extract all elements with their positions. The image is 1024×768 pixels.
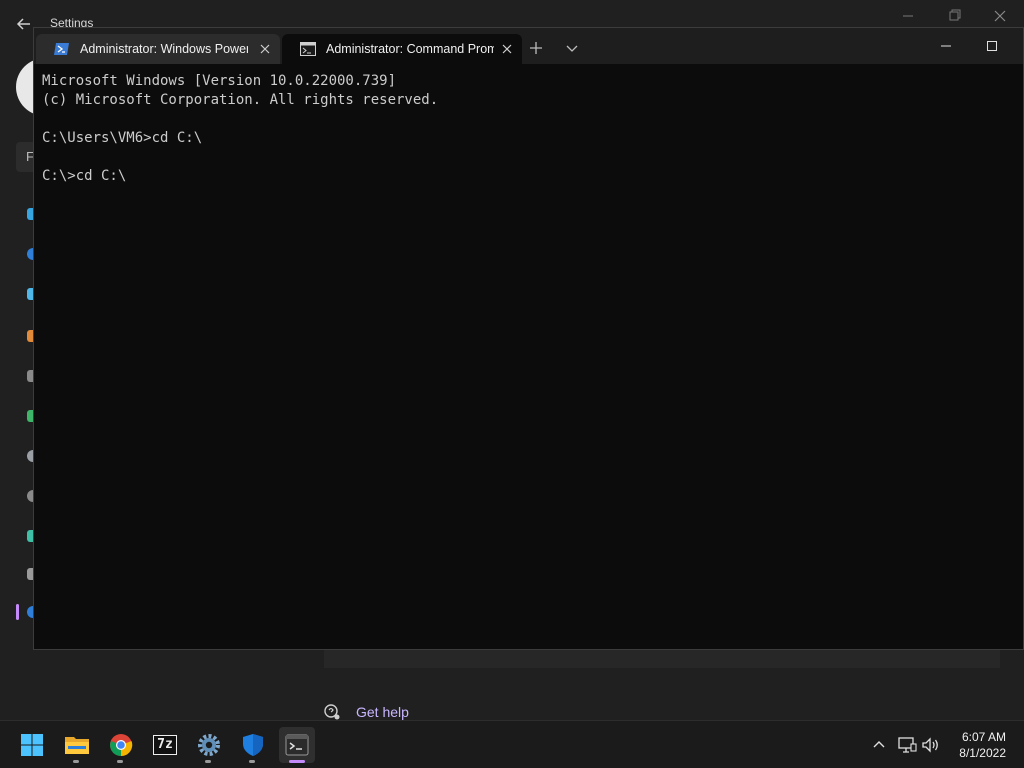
volume-icon[interactable]: [920, 734, 942, 756]
help-icon: [324, 704, 340, 720]
terminal-tabbar: Administrator: Windows PowerShell Admini…: [34, 28, 1023, 64]
start-button[interactable]: [14, 727, 50, 763]
taskbar-settings[interactable]: [191, 727, 227, 763]
console-line: Microsoft Windows [Version 10.0.22000.73…: [42, 73, 397, 89]
gear-icon: [198, 734, 220, 756]
close-tab-icon[interactable]: [258, 42, 272, 56]
running-indicator: [249, 760, 255, 763]
shield-icon: [243, 734, 263, 756]
terminal-window: Administrator: Windows PowerShell Admini…: [33, 27, 1024, 650]
folder-icon: [65, 737, 89, 754]
maximize-icon[interactable]: [982, 38, 1002, 54]
tab-command-prompt[interactable]: Administrator: Command Prompt: [282, 34, 522, 64]
new-tab-icon[interactable]: [526, 38, 546, 58]
minimize-icon[interactable]: [898, 8, 918, 24]
settings-content-strip: [324, 648, 1000, 668]
tab-label: Administrator: Windows PowerShell: [80, 42, 248, 56]
close-icon[interactable]: [990, 8, 1010, 24]
taskbar-terminal[interactable]: [279, 727, 315, 763]
running-indicator: [117, 760, 123, 763]
running-indicator: [289, 760, 305, 763]
running-indicator: [73, 760, 79, 763]
chrome-icon: [110, 734, 133, 757]
taskbar-chrome[interactable]: [103, 727, 139, 763]
tab-powershell[interactable]: Administrator: Windows PowerShell: [36, 34, 280, 64]
taskbar-file-explorer[interactable]: [59, 727, 95, 763]
cmd-icon: [300, 42, 316, 56]
console-line: (c) Microsoft Corporation. All rights re…: [42, 92, 439, 108]
console-line: C:\>cd C:\: [42, 168, 127, 184]
minimize-icon[interactable]: [936, 38, 956, 54]
running-indicator: [205, 760, 211, 763]
windows-logo-icon: [21, 734, 43, 756]
chevron-up-icon[interactable]: [868, 734, 890, 756]
nav-selection-indicator: [16, 604, 19, 620]
console-line: C:\Users\VM6>cd C:\: [42, 130, 203, 146]
restore-icon[interactable]: [944, 8, 964, 24]
taskbar-7zip[interactable]: 7z: [147, 727, 183, 763]
back-arrow-icon[interactable]: [14, 14, 34, 34]
clock-date: 8/1/2022: [959, 746, 1006, 760]
taskbar-windows-security[interactable]: [235, 727, 271, 763]
close-tab-icon[interactable]: [500, 42, 514, 56]
clock-time: 6:07 AM: [961, 730, 1006, 744]
powershell-icon: [54, 43, 69, 55]
tab-label: Administrator: Command Prompt: [326, 42, 494, 56]
console-output[interactable]: Microsoft Windows [Version 10.0.22000.73…: [42, 72, 1002, 632]
network-icon[interactable]: [896, 734, 918, 756]
terminal-icon: [285, 734, 309, 756]
get-help-label[interactable]: Get help: [356, 704, 409, 720]
taskbar: 7z 6:07 AM 8/1/2022: [0, 720, 1024, 768]
system-clock[interactable]: 6:07 AM 8/1/2022: [959, 729, 1006, 761]
chevron-down-icon[interactable]: [562, 38, 582, 58]
7zip-icon: 7z: [153, 735, 177, 755]
